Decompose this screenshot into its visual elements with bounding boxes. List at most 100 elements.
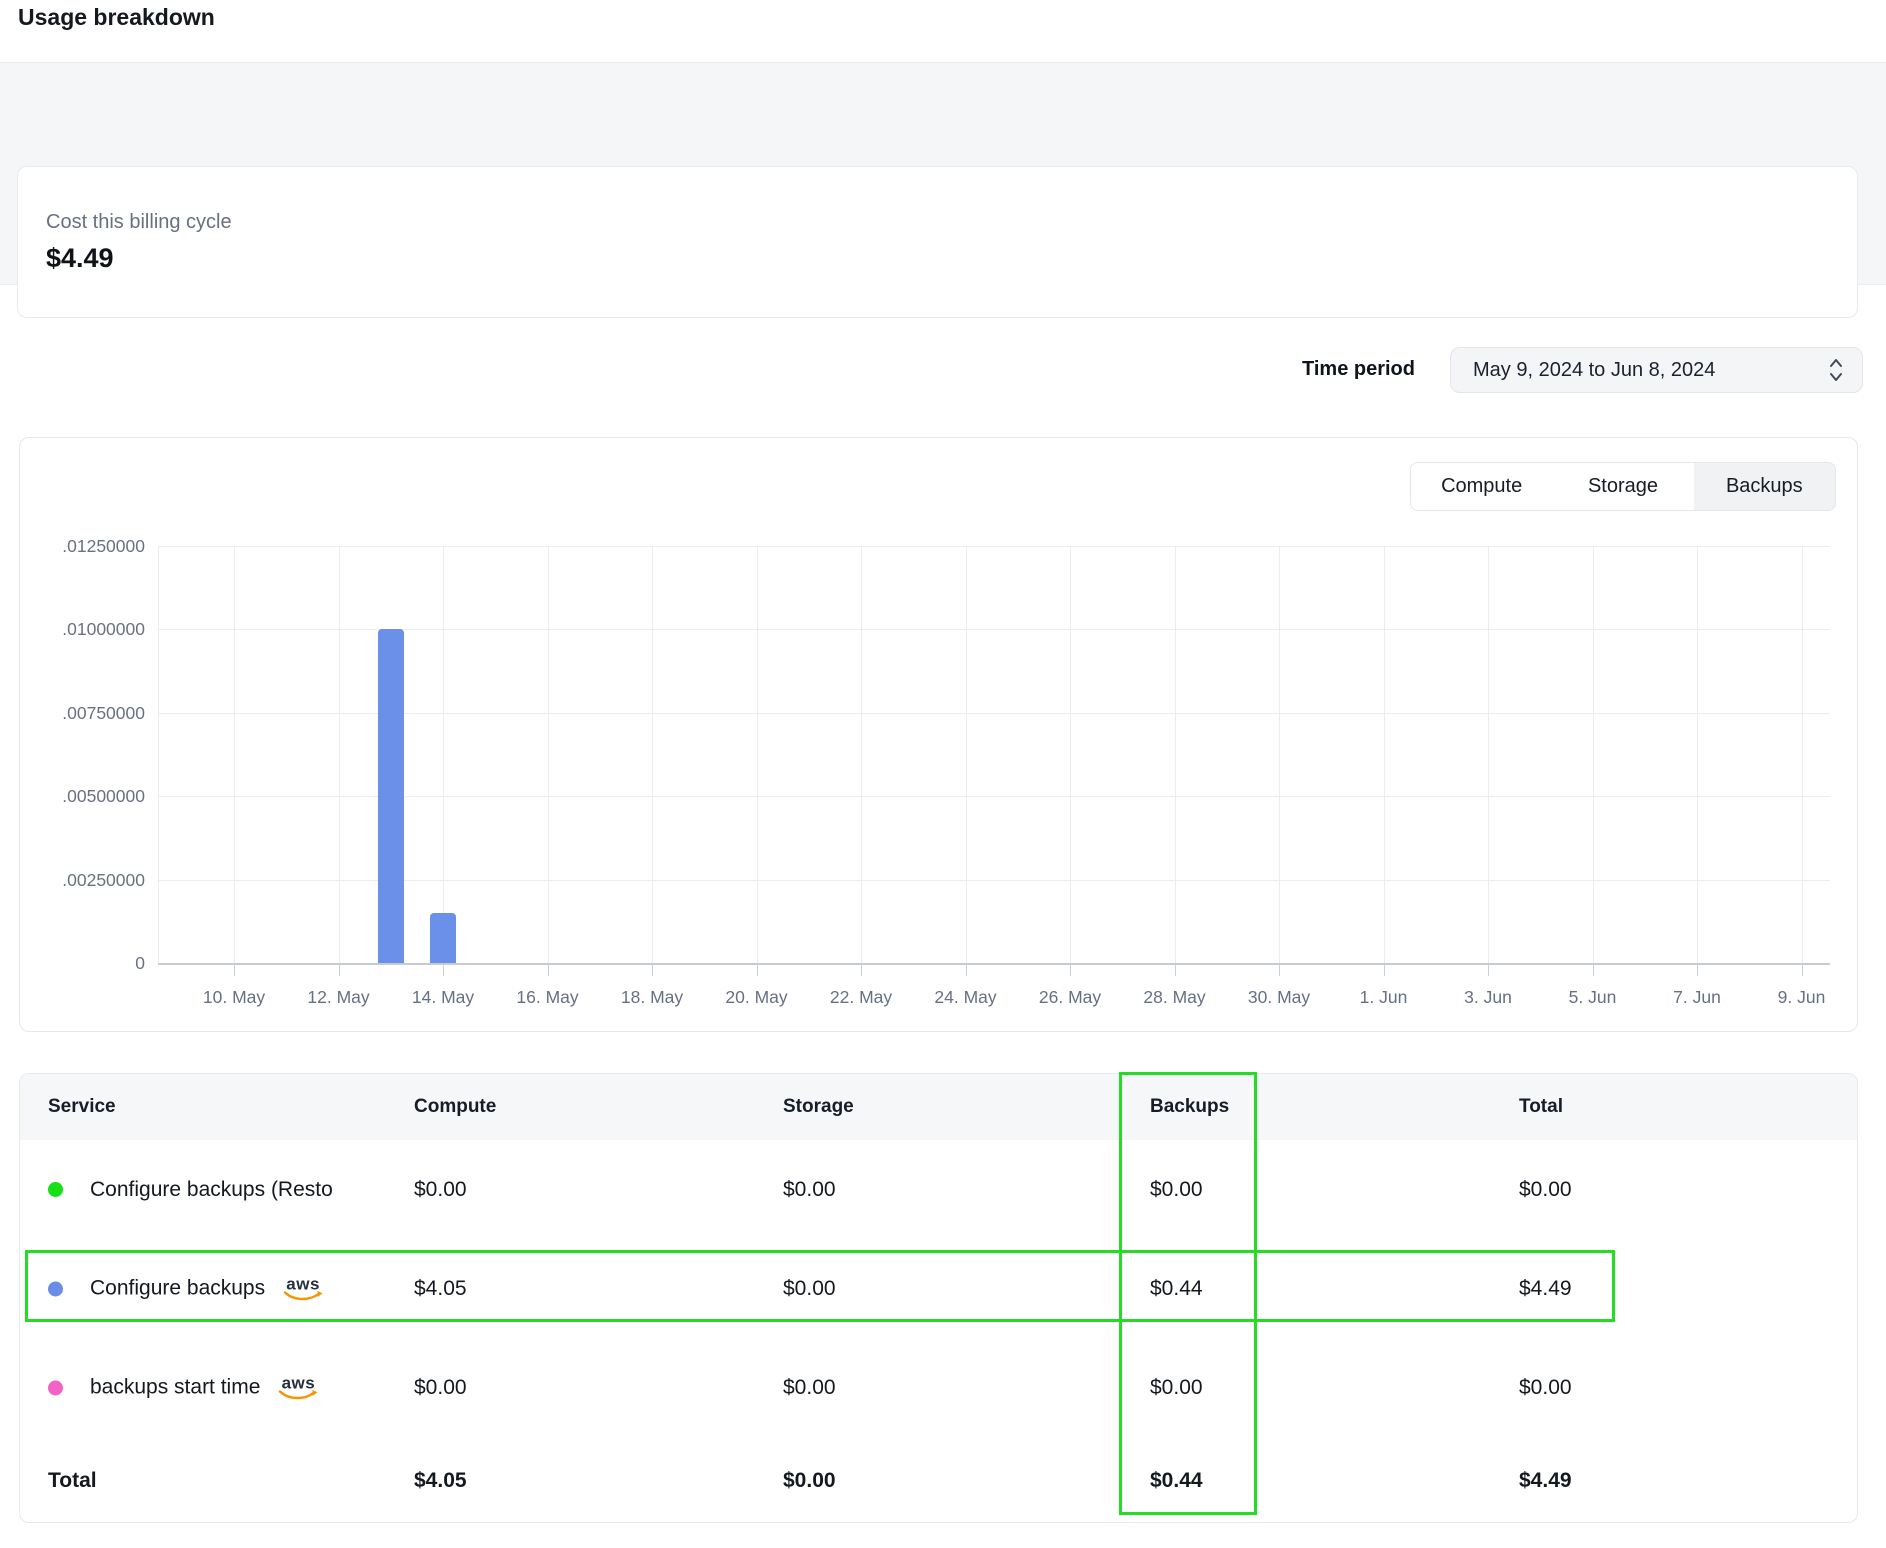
y-axis-label: .00500000: [20, 784, 145, 808]
x-axis-line: [158, 963, 1830, 965]
time-period-label: Time period: [1302, 358, 1415, 381]
compute-cost: $0.00: [414, 1178, 467, 1202]
y-axis-label: 0: [20, 951, 145, 975]
y-axis-label: .00750000: [20, 701, 145, 725]
gridline-vertical: [652, 546, 653, 963]
x-axis-label: 7. Jun: [1642, 987, 1752, 1008]
gridline-vertical: [861, 546, 862, 963]
gridline-vertical: [158, 546, 159, 963]
x-axis-label: 16. May: [493, 987, 603, 1008]
gridline-vertical: [757, 546, 758, 963]
gridline-vertical: [548, 546, 549, 963]
total-storage: $0.00: [783, 1469, 836, 1493]
table-total-row: Total $4.05 $0.00 $0.44 $4.49: [20, 1437, 1857, 1525]
tab-backups[interactable]: Backups: [1694, 463, 1835, 510]
table-header-row: Service Compute Storage Backups Total: [20, 1074, 1857, 1140]
total-backups: $0.44: [1150, 1469, 1203, 1493]
x-axis-label: 9. Jun: [1747, 987, 1857, 1008]
usage-chart-card: .01250000 .01000000 .00750000 .00500000 .002…: [19, 437, 1858, 1032]
total-compute: $4.05: [414, 1469, 467, 1493]
page-title: Usage breakdown: [18, 4, 215, 31]
x-axis-label: 5. Jun: [1538, 987, 1648, 1008]
time-period-value: May 9, 2024 to Jun 8, 2024: [1473, 359, 1715, 382]
table-row: Configure backups (Resto $0.00 $0.00 $0.…: [20, 1140, 1857, 1239]
service-name: Configure backups (Resto: [90, 1178, 333, 1202]
x-axis-label: 22. May: [806, 987, 916, 1008]
service-cell: Configure backups (Resto: [48, 1178, 333, 1202]
backups-cost: $0.00: [1150, 1376, 1203, 1400]
gridline-vertical: [1802, 546, 1803, 963]
service-cell: backups start time aws: [48, 1374, 318, 1401]
gridline-vertical: [339, 546, 340, 963]
x-axis-label: 18. May: [597, 987, 707, 1008]
x-axis-label: 12. May: [284, 987, 394, 1008]
table-row: backups start time aws $0.00 $0.00 $0.00…: [20, 1338, 1857, 1437]
chart-plot: .01250000 .01000000 .00750000 .00500000 .002…: [20, 438, 1857, 1031]
column-header-service: Service: [48, 1074, 116, 1140]
gridline-vertical: [1175, 546, 1176, 963]
cost-summary-label: Cost this billing cycle: [46, 211, 232, 234]
x-axis-label: 30. May: [1224, 987, 1334, 1008]
gridline-vertical: [234, 546, 235, 963]
x-axis-label: 14. May: [388, 987, 498, 1008]
x-axis-label: 24. May: [911, 987, 1021, 1008]
summary-section: Cost this billing cycle $4.49: [0, 62, 1886, 285]
series-color-dot: [48, 1182, 63, 1197]
backups-cost: $0.00: [1150, 1178, 1203, 1202]
tab-storage[interactable]: Storage: [1552, 463, 1693, 510]
table-row: Configure backups aws $4.05 $0.00 $0.44 …: [20, 1239, 1857, 1338]
series-color-dot: [48, 1380, 63, 1395]
x-axis-label: 1. Jun: [1329, 987, 1439, 1008]
column-header-backups: Backups: [1150, 1074, 1229, 1140]
gridline-horizontal: [158, 629, 1830, 630]
usage-breakdown-page: Usage breakdown Cost this billing cycle …: [0, 0, 1886, 1548]
x-axis-label: 3. Jun: [1433, 987, 1543, 1008]
column-header-total: Total: [1519, 1074, 1563, 1140]
aws-logo-icon: aws: [283, 1275, 323, 1302]
gridline-vertical: [443, 546, 444, 963]
gridline-vertical: [1070, 546, 1071, 963]
chart-bar: [378, 629, 404, 963]
y-axis-label: .01250000: [20, 534, 145, 558]
service-name: backups start time: [90, 1376, 260, 1400]
updown-chevron-icon: [1828, 357, 1844, 383]
aws-logo-icon: aws: [278, 1374, 318, 1401]
storage-cost: $0.00: [783, 1376, 836, 1400]
total-cost: $0.00: [1519, 1376, 1572, 1400]
tab-compute[interactable]: Compute: [1411, 463, 1552, 510]
total-cost: $4.49: [1519, 1277, 1572, 1301]
column-header-storage: Storage: [783, 1074, 854, 1140]
service-cell: Configure backups aws: [48, 1275, 323, 1302]
total-total: $4.49: [1519, 1469, 1572, 1493]
y-axis-label: .01000000: [20, 617, 145, 641]
gridline-vertical: [1593, 546, 1594, 963]
compute-cost: $0.00: [414, 1376, 467, 1400]
compute-cost: $4.05: [414, 1277, 467, 1301]
gridline-horizontal: [158, 546, 1830, 547]
gridline-vertical: [1697, 546, 1698, 963]
time-period-select[interactable]: May 9, 2024 to Jun 8, 2024: [1450, 347, 1863, 393]
gridline-vertical: [1488, 546, 1489, 963]
x-axis-label: 10. May: [179, 987, 289, 1008]
gridline-horizontal: [158, 713, 1830, 714]
gridline-vertical: [966, 546, 967, 963]
x-axis-label: 20. May: [702, 987, 812, 1008]
x-axis-label: 28. May: [1120, 987, 1230, 1008]
gridline-vertical: [1384, 546, 1385, 963]
storage-cost: $0.00: [783, 1277, 836, 1301]
service-name: Configure backups: [90, 1277, 265, 1301]
cost-summary-card: Cost this billing cycle $4.49: [17, 166, 1858, 318]
total-cost: $0.00: [1519, 1178, 1572, 1202]
total-row-label: Total: [48, 1469, 97, 1493]
x-axis-label: 26. May: [1015, 987, 1125, 1008]
column-header-compute: Compute: [414, 1074, 496, 1140]
gridline-vertical: [1279, 546, 1280, 963]
gridline-horizontal: [158, 796, 1830, 797]
gridline-horizontal: [158, 880, 1830, 881]
backups-cost: $0.44: [1150, 1277, 1203, 1301]
cost-summary-value: $4.49: [46, 243, 114, 274]
storage-cost: $0.00: [783, 1178, 836, 1202]
usage-table: Service Compute Storage Backups Total Co…: [19, 1073, 1858, 1523]
y-axis-label: .00250000: [20, 868, 145, 892]
chart-series-tabs: Compute Storage Backups: [1410, 462, 1836, 511]
